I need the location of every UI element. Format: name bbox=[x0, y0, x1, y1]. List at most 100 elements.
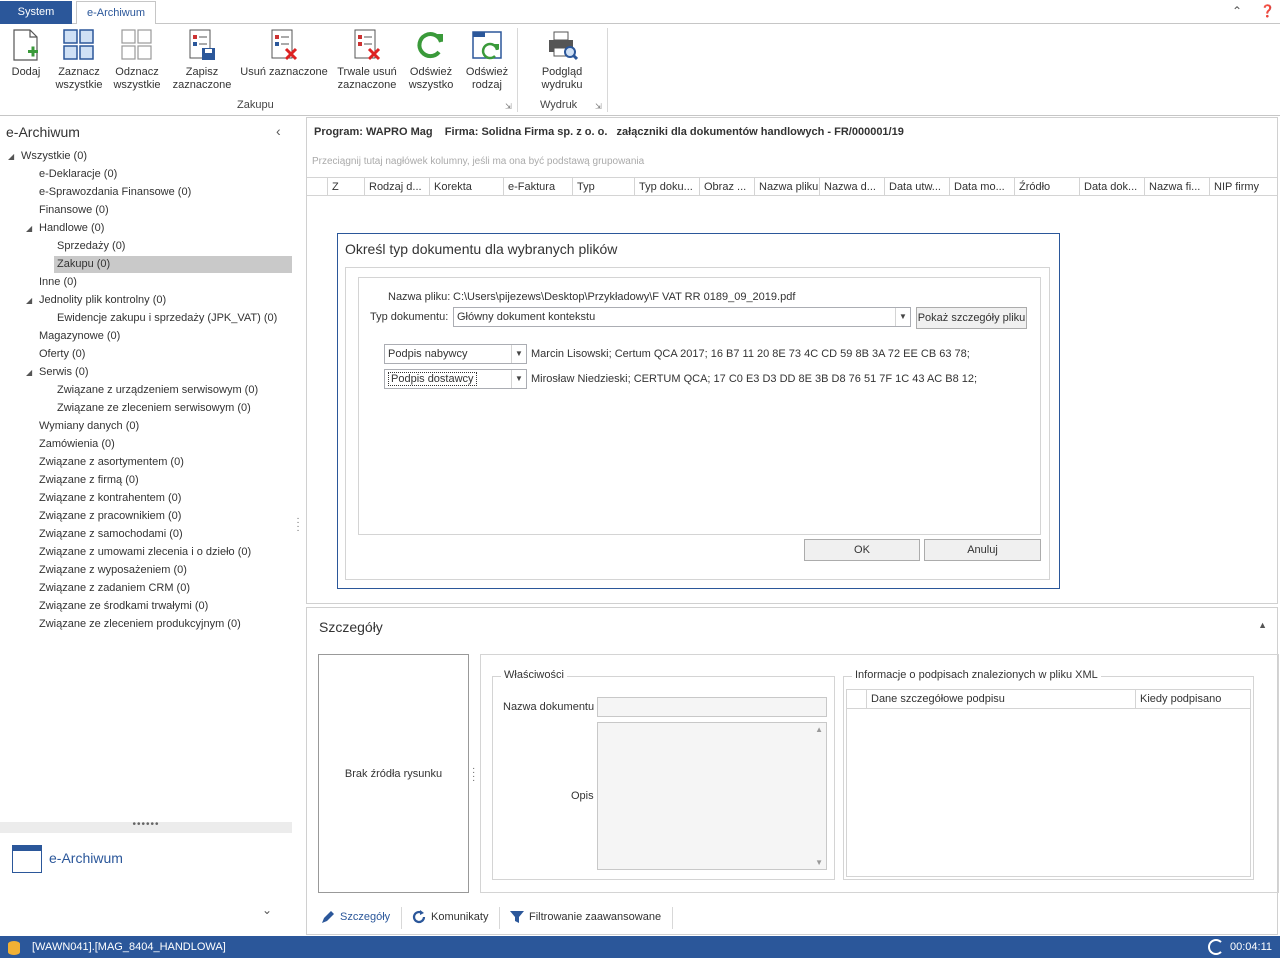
print-preview-button[interactable]: Podgląd wydruku bbox=[536, 28, 588, 92]
column-header[interactable]: Dane szczegółowe podpisu bbox=[867, 690, 1136, 709]
tree-item[interactable]: e-Sprawozdania Finansowe (0) bbox=[36, 184, 191, 201]
ok-button[interactable]: OK bbox=[804, 539, 920, 561]
tree-item[interactable]: Magazynowe (0) bbox=[36, 328, 120, 345]
tree-item[interactable]: Zakupu (0) bbox=[54, 256, 292, 273]
delete-selected-button[interactable]: Usuń zaznaczone bbox=[240, 28, 328, 79]
column-header[interactable]: Typ doku... bbox=[634, 178, 699, 196]
column-header[interactable]: Data utw... bbox=[884, 178, 949, 196]
column-header[interactable]: Rodzaj d... bbox=[364, 178, 429, 196]
tree-item[interactable]: Związane z umowami zlecenia i o dzieło (… bbox=[36, 544, 251, 561]
group-launcher-icon[interactable]: ⇲ bbox=[595, 102, 602, 111]
tree-item[interactable]: Związane z kontrahentem (0) bbox=[36, 490, 181, 507]
cancel-button[interactable]: Anuluj bbox=[924, 539, 1041, 561]
tree-item[interactable]: Związane z pracownikiem (0) bbox=[36, 508, 181, 525]
tree-item[interactable]: Związane z samochodami (0) bbox=[36, 526, 183, 543]
tab-e-archiwum[interactable]: e-Archiwum bbox=[76, 1, 156, 25]
collapse-panel-icon[interactable]: ‹ bbox=[276, 123, 281, 139]
select-all-button[interactable]: Zaznacz wszystkie bbox=[54, 28, 104, 92]
column-header[interactable]: Data mo... bbox=[949, 178, 1014, 196]
tree-item[interactable]: Sprzedaży (0) bbox=[54, 238, 125, 255]
expand-arrow-icon[interactable]: ◢ bbox=[26, 292, 32, 309]
add-button[interactable]: Dodaj bbox=[8, 28, 44, 79]
chevron-down-icon[interactable]: ▼ bbox=[511, 370, 526, 388]
column-header[interactable]: e-Faktura bbox=[503, 178, 572, 196]
tree-item[interactable]: Związane ze zleceniem produkcyjnym (0) bbox=[36, 616, 241, 633]
permanent-delete-button[interactable]: Trwale usuń zaznaczone bbox=[336, 28, 398, 92]
signature-info: Mirosław Niedzieski; CERTUM QCA; 17 C0 E… bbox=[531, 373, 978, 385]
chevron-down-icon[interactable]: ▼ bbox=[511, 345, 526, 363]
scroll-down-icon[interactable]: ▼ bbox=[815, 858, 823, 867]
properties-group: Właściwości Nazwa dokumentu Opis ▲ ▼ bbox=[492, 669, 835, 880]
column-header[interactable]: NIP firmy bbox=[1209, 178, 1277, 196]
tab-messages[interactable]: Komunikaty bbox=[411, 909, 488, 925]
refresh-type-button[interactable]: Odśwież rodzaj bbox=[462, 28, 512, 92]
collapse-ribbon-icon[interactable]: ⌃ bbox=[1232, 4, 1242, 18]
document-type-select[interactable]: Główny dokument kontekstu ▼ bbox=[453, 307, 911, 327]
tree-item[interactable]: Wymiany danych (0) bbox=[36, 418, 139, 435]
tree-item[interactable]: Handlowe (0) bbox=[36, 220, 104, 237]
save-selected-icon bbox=[186, 28, 218, 62]
tree-item[interactable]: Związane z wyposażeniem (0) bbox=[36, 562, 187, 579]
details-splitter[interactable]: · · · · bbox=[472, 764, 475, 786]
refresh-all-button[interactable]: Odśwież wszystko bbox=[406, 28, 456, 92]
column-header[interactable]: Obraz ... bbox=[699, 178, 754, 196]
deselect-all-button[interactable]: Odznacz wszystkie bbox=[112, 28, 162, 92]
tree-item[interactable]: Finansowe (0) bbox=[36, 202, 109, 219]
column-header[interactable]: Nazwa d... bbox=[819, 178, 884, 196]
signature-role-select[interactable]: Podpis dostawcy ▼ bbox=[384, 369, 527, 389]
signatures-legend: Informacje o podpisach znalezionych w pl… bbox=[852, 669, 1101, 681]
dialog-content: Nazwa pliku: C:\Users\pijezews\Desktop\P… bbox=[358, 277, 1041, 535]
column-header[interactable]: Korekta bbox=[429, 178, 503, 196]
refresh-folder-icon bbox=[471, 28, 503, 62]
opis-textarea[interactable]: ▲ ▼ bbox=[597, 722, 827, 870]
tree-item[interactable]: Serwis (0) bbox=[36, 364, 89, 381]
doc-name-input[interactable] bbox=[597, 697, 827, 717]
column-header[interactable]: Nazwa fi... bbox=[1144, 178, 1209, 196]
tree-item[interactable]: Ewidencje zakupu i sprzedaży (JPK_VAT) (… bbox=[54, 310, 277, 327]
print-preview-icon bbox=[546, 28, 579, 62]
signature-role-select[interactable]: Podpis nabywcy ▼ bbox=[384, 344, 527, 364]
save-selected-button[interactable]: Zapisz zaznaczone bbox=[172, 28, 232, 92]
show-file-details-button[interactable]: Pokaż szczegóły pliku bbox=[916, 307, 1027, 329]
tab-details[interactable]: Szczegóły bbox=[320, 909, 390, 925]
chevron-down-icon[interactable]: ⌄ bbox=[262, 903, 272, 917]
expand-arrow-icon[interactable]: ◢ bbox=[8, 148, 14, 165]
refresh-icon bbox=[415, 28, 447, 62]
expand-arrow-icon[interactable]: ◢ bbox=[26, 220, 32, 237]
tree-item[interactable]: Związane ze zleceniem serwisowym (0) bbox=[54, 400, 251, 417]
chevron-down-icon[interactable]: ▼ bbox=[895, 308, 910, 326]
tree-item[interactable]: Związane z asortymentem (0) bbox=[36, 454, 184, 471]
column-header[interactable]: Data dok... bbox=[1079, 178, 1144, 196]
column-header[interactable]: Nazwa pliku bbox=[754, 178, 819, 196]
tree-item[interactable]: Zamówienia (0) bbox=[36, 436, 115, 453]
column-header[interactable]: Kiedy podpisano bbox=[1136, 690, 1250, 709]
group-launcher-icon[interactable]: ⇲ bbox=[505, 102, 512, 111]
column-header[interactable]: Źródło bbox=[1014, 178, 1079, 196]
column-header[interactable]: Z bbox=[327, 178, 364, 196]
help-icon[interactable]: ❓ bbox=[1260, 4, 1275, 18]
tab-advanced-filter-label: Filtrowanie zaawansowane bbox=[529, 911, 662, 923]
vertical-splitter[interactable]: · · · · bbox=[295, 514, 301, 536]
tree-item[interactable]: Inne (0) bbox=[36, 274, 77, 291]
image-preview: Brak źródła rysunku bbox=[318, 654, 469, 893]
panel-splitter[interactable]: •••••• bbox=[0, 820, 292, 833]
tree-item[interactable]: Związane z firmą (0) bbox=[36, 472, 139, 489]
select-all-icon bbox=[63, 28, 95, 62]
tree-item[interactable]: e-Deklaracje (0) bbox=[36, 166, 117, 183]
signatures-group: Informacje o podpisach znalezionych w pl… bbox=[843, 669, 1254, 880]
tab-advanced-filter[interactable]: Filtrowanie zaawansowane bbox=[509, 909, 661, 925]
ribbon-separator bbox=[607, 28, 608, 112]
group-by-hint[interactable]: Przeciągnij tutaj nagłówek kolumny, jeśl… bbox=[312, 156, 644, 167]
pin-icon[interactable]: ▲ bbox=[1258, 620, 1267, 630]
tree-item[interactable]: Jednolity plik kontrolny (0) bbox=[36, 292, 166, 309]
tree-item[interactable]: Związane z zadaniem CRM (0) bbox=[36, 580, 190, 597]
tree-item[interactable]: Związane ze środkami trwałymi (0) bbox=[36, 598, 208, 615]
tab-system[interactable]: System bbox=[0, 1, 72, 24]
expand-arrow-icon[interactable]: ◢ bbox=[26, 364, 32, 381]
tree-item[interactable]: Wszystkie (0) bbox=[18, 148, 87, 165]
nav-item-e-archiwum[interactable]: e-Archiwum bbox=[49, 850, 123, 866]
tree-item[interactable]: Oferty (0) bbox=[36, 346, 85, 363]
scroll-up-icon[interactable]: ▲ bbox=[815, 725, 823, 734]
tree-item[interactable]: Związane z urządzeniem serwisowym (0) bbox=[54, 382, 258, 399]
column-header[interactable]: Typ bbox=[572, 178, 634, 196]
